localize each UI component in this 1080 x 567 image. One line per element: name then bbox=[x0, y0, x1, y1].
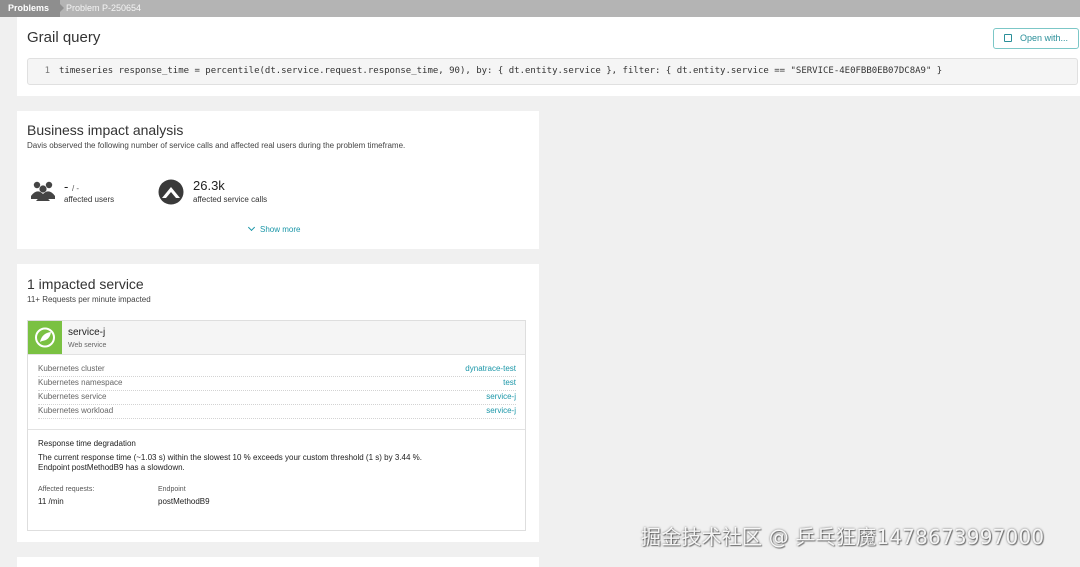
breadcrumb-problem-id[interactable]: Problem P-250654 bbox=[66, 0, 141, 17]
property-key: Kubernetes workload bbox=[38, 406, 114, 415]
property-key: Kubernetes cluster bbox=[38, 364, 105, 373]
affected-users-label: affected users bbox=[64, 195, 115, 204]
users-total: / - bbox=[71, 184, 80, 193]
affected-requests-label: Affected requests: bbox=[38, 486, 95, 493]
degradation-title: Response time degradation bbox=[38, 439, 136, 448]
service-type: Web service bbox=[68, 342, 107, 349]
open-with-button[interactable]: Open with... bbox=[993, 28, 1079, 49]
property-key: Kubernetes namespace bbox=[38, 378, 123, 387]
open-with-label: Open with... bbox=[1020, 33, 1069, 43]
next-card-partial bbox=[17, 557, 539, 567]
business-impact-card: Business impact analysis Davis observed … bbox=[17, 111, 539, 249]
affected-calls-label: affected service calls bbox=[193, 195, 268, 204]
property-row: Kubernetes service service-j bbox=[38, 391, 516, 405]
property-value-link[interactable]: dynatrace-test bbox=[465, 364, 516, 373]
section-divider bbox=[28, 429, 525, 430]
service-detail-box: service-j Web service Kubernetes cluster… bbox=[27, 320, 526, 531]
business-impact-title: Business impact analysis bbox=[27, 122, 184, 138]
query-code-box[interactable]: 1 timeseries response_time = percentile(d… bbox=[27, 58, 1078, 85]
watermark-text: 掘金技术社区 @ 乒乓狂魔1478673997000 bbox=[641, 525, 1045, 549]
business-impact-description: Davis observed the following number of s… bbox=[27, 141, 406, 150]
endpoint-label: Endpoint bbox=[158, 486, 186, 493]
query-text: timeseries response_time = percentile(dt… bbox=[59, 66, 943, 76]
impacted-service-card: 1 impacted service 11+ Requests per minu… bbox=[17, 264, 539, 542]
affected-requests-value: 11 /min bbox=[38, 497, 64, 506]
breadcrumb-bar: Problems Problem P-250654 bbox=[0, 0, 1080, 17]
grail-query-title: Grail query bbox=[27, 29, 101, 46]
open-with-icon bbox=[1004, 34, 1012, 42]
chevron-down-icon bbox=[247, 223, 256, 232]
property-row: Kubernetes workload service-j bbox=[38, 405, 516, 419]
show-more-label: Show more bbox=[260, 225, 301, 234]
degradation-detail: The current response time (~1.03 s) with… bbox=[38, 453, 422, 462]
line-number: 1 bbox=[44, 66, 50, 76]
impacted-service-subtitle: 11+ Requests per minute impacted bbox=[27, 295, 151, 304]
grail-query-card: Grail query Open with... 1 timeseries res… bbox=[17, 17, 1080, 96]
property-row: Kubernetes namespace test bbox=[38, 377, 516, 391]
users-icon bbox=[31, 181, 55, 201]
endpoint-value: postMethodB9 bbox=[158, 497, 210, 506]
show-more-link[interactable]: Show more bbox=[247, 223, 301, 234]
property-key: Kubernetes service bbox=[38, 392, 107, 401]
service-header[interactable]: service-j Web service bbox=[28, 321, 525, 355]
spring-logo-icon bbox=[28, 321, 62, 354]
property-value-link[interactable]: test bbox=[503, 378, 516, 387]
service-name[interactable]: service-j bbox=[68, 327, 105, 338]
property-row: Kubernetes cluster dynatrace-test bbox=[38, 363, 516, 377]
degradation-endpoint-note: Endpoint postMethodB9 has a slowdown. bbox=[38, 463, 185, 472]
users-value: - bbox=[64, 179, 69, 194]
service-calls-icon bbox=[158, 179, 184, 205]
property-value-link[interactable]: service-j bbox=[486, 392, 516, 401]
breadcrumb-problems[interactable]: Problems bbox=[0, 0, 60, 17]
affected-calls-value: 26.3k bbox=[193, 178, 225, 193]
impacted-service-title: 1 impacted service bbox=[27, 276, 144, 292]
affected-users-value: - / - bbox=[64, 179, 79, 194]
property-value-link[interactable]: service-j bbox=[486, 406, 516, 415]
breadcrumb-separator-icon bbox=[56, 0, 64, 16]
